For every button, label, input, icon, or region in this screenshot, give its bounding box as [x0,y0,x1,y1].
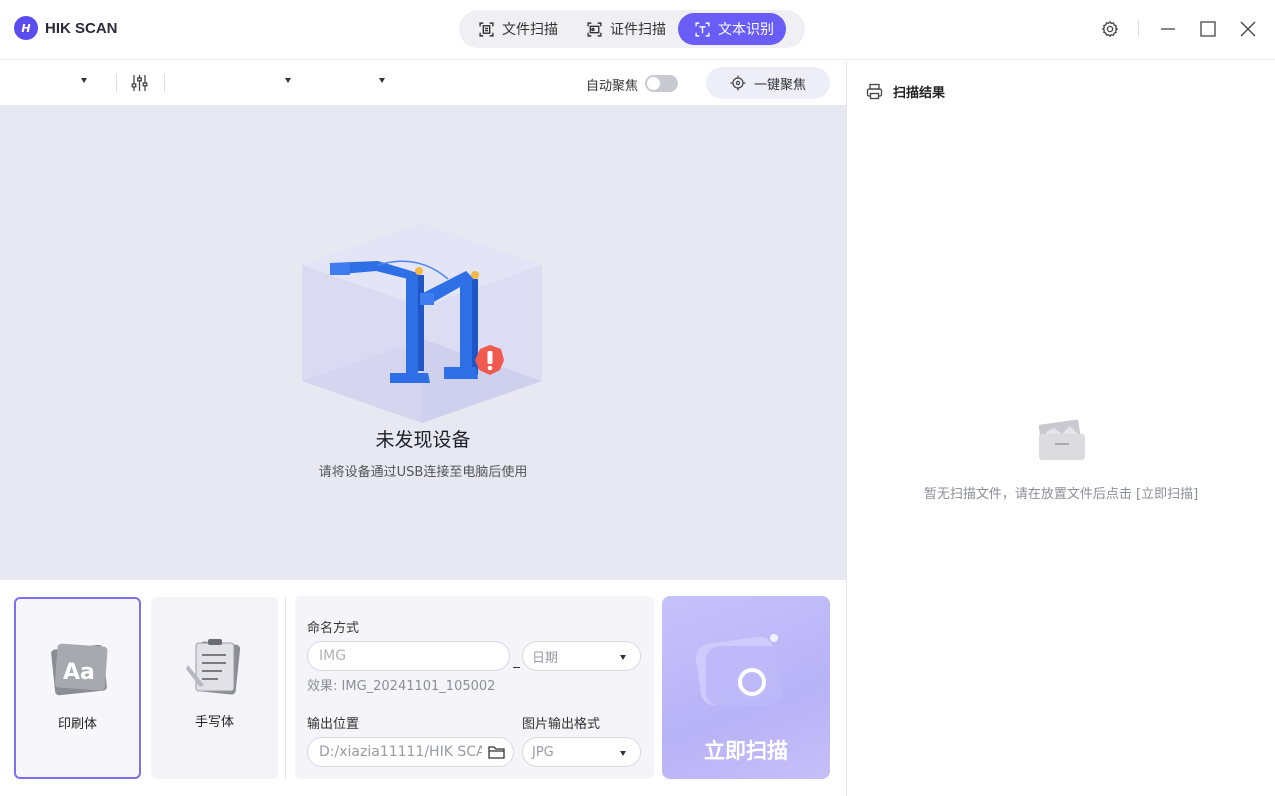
printed-text-label: 印刷体 [57,717,97,732]
minimize-icon [1161,28,1175,30]
output-path-value: D:/xiazia11111/HIK SCAN [319,744,482,760]
camera-select-chevron-down-icon[interactable] [81,78,87,83]
id-scan-icon [587,21,602,37]
naming-label: 命名方式 [307,621,360,636]
chevron-down-icon [620,751,626,756]
brand-mark-icon: H [14,16,38,40]
panel-divider [846,61,847,796]
app-logo: H HIK SCAN [14,16,118,40]
tab-label: 证件扫描 [610,22,666,38]
image-format-value: JPG [532,744,554,760]
image-format-select[interactable]: JPG [522,737,641,767]
empty-folder-icon [1038,419,1085,460]
folder-icon[interactable] [488,745,505,760]
crosshair-icon [730,75,746,91]
output-location-label: 输出位置 [307,717,360,732]
divider [1138,20,1139,37]
camera-preview: 未发现设备 请将设备通过USB连接至电脑后使用 [0,105,846,580]
scan-results-title: 扫描结果 [893,86,946,101]
svg-text:Aa: Aa [63,660,95,685]
text-recognition-icon [695,21,710,37]
handwriting-icon [186,639,241,695]
divider [116,74,117,92]
adjust-button[interactable] [130,74,149,96]
divider [164,74,165,92]
one-click-focus-button[interactable]: 一键聚焦 [706,67,830,99]
name-prefix-input[interactable]: IMG [307,641,510,671]
name-suffix-select[interactable]: 日期 [522,641,641,671]
minimize-button[interactable] [1156,17,1180,41]
handwriting-label: 手写体 [194,715,234,730]
no-device-illustration [302,223,542,423]
resolution-select-chevron-down-icon[interactable] [285,78,291,83]
no-device-title: 未发现设备 [375,429,471,451]
tab-label: 文本识别 [718,22,774,38]
maximize-button[interactable] [1196,17,1220,41]
name-suffix-value: 日期 [532,650,559,666]
printer-icon [866,83,883,100]
tab-id-scan[interactable]: 证件扫描 [570,13,678,45]
brand-name: HIK SCAN [45,19,118,37]
close-icon [1240,21,1256,37]
autofocus-label: 自动聚焦 [586,79,639,94]
scan-now-button[interactable]: 立即扫描 [662,596,830,779]
scan-now-label: 立即扫描 [704,739,788,763]
autofocus-toggle[interactable] [645,75,678,92]
no-device-subtitle: 请将设备通过USB连接至电脑后使用 [318,465,528,480]
sliders-icon [131,75,148,91]
tab-label: 文件扫描 [502,22,558,38]
settings-icon [1101,20,1119,38]
empty-results-message: 暂无扫描文件，请在放置文件后点击 [立即扫描] [923,487,1199,502]
tab-text-recognition[interactable]: 文本识别 [678,13,786,45]
divider [285,597,286,779]
focus-button-label: 一键聚焦 [754,77,807,93]
document-scan-icon [479,21,494,37]
scan-results-header: 扫描结果 [866,82,945,101]
output-path-input[interactable]: D:/xiazia11111/HIK SCAN [307,737,514,767]
maximize-icon [1200,21,1216,37]
naming-effect-preview: 效果: IMG_20241101_105002 [307,679,496,694]
handwriting-option[interactable]: 手写体 [151,597,278,779]
printed-text-option[interactable]: Aa 印刷体 [14,597,141,779]
separator-dash [513,667,520,668]
printed-text-icon: Aa [51,643,108,696]
image-format-label: 图片输出格式 [522,717,601,732]
chevron-down-icon [620,655,626,660]
camera-icon [695,634,782,706]
close-button[interactable] [1236,17,1260,41]
settings-button[interactable] [1098,17,1122,41]
mode-tabs: 文件扫描 证件扫描 文本识别 [459,10,805,48]
color-select-chevron-down-icon[interactable] [379,78,385,83]
tab-document-scan[interactable]: 文件扫描 [462,13,570,45]
